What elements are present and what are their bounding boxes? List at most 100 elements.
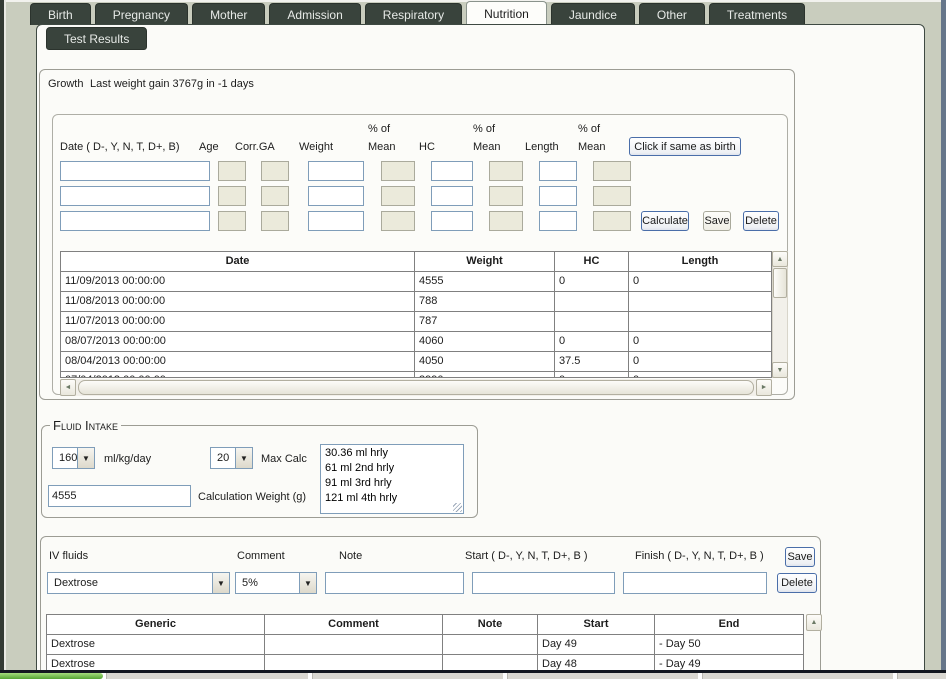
age-field-row3 — [218, 211, 246, 231]
iv-note-label: Note — [339, 550, 362, 562]
weight-input-row3[interactable] — [308, 211, 364, 231]
taskbar-item[interactable] — [702, 673, 893, 679]
cell-hc: 0 — [555, 372, 629, 377]
growth-save-button[interactable]: Save — [703, 211, 731, 231]
growth-table-row[interactable]: 11/09/2013 00:00:00 4555 0 0 — [61, 272, 771, 292]
tab-other[interactable]: Other — [639, 3, 705, 25]
tab-jaundice[interactable]: Jaundice — [551, 3, 635, 25]
cell-date: 08/04/2013 00:00:00 — [61, 352, 415, 371]
iv-table-row[interactable]: Dextrose Day 49 - Day 50 — [47, 635, 803, 655]
iv-finish-label: Finish ( D-, Y, N, T, D+, B ) — [635, 550, 764, 562]
max-calc-select[interactable]: 20 ▼ — [210, 447, 253, 469]
fluid-intake-legend: Fluid Intake — [50, 418, 121, 433]
resize-grip-icon[interactable] — [453, 503, 462, 512]
start-button[interactable] — [0, 673, 103, 679]
iv-fluids-section: IV fluids Comment Note Start ( D-, Y, N,… — [40, 536, 821, 671]
weight-input-row2[interactable] — [308, 186, 364, 206]
date-input-row3[interactable] — [60, 211, 210, 231]
tab-nutrition[interactable]: Nutrition — [466, 1, 547, 25]
hourly-rates-output[interactable]: 30.36 ml hrly 61 ml 2nd hrly 91 ml 3rd h… — [320, 444, 464, 514]
hc-input-row2[interactable] — [431, 186, 473, 206]
hc-input-row1[interactable] — [431, 161, 473, 181]
cell-weight: 4060 — [415, 332, 555, 351]
pct-mean-weight-field-row3 — [381, 211, 415, 231]
cell-weight: 787 — [415, 312, 555, 331]
cell-hc: 37.5 — [555, 352, 629, 371]
cell-end: - Day 50 — [655, 635, 803, 654]
growth-history-table: Date Weight HC Length 11/09/2013 00:00:0… — [60, 251, 772, 378]
iv-delete-button[interactable]: Delete — [777, 573, 817, 593]
length-input-row2[interactable] — [539, 186, 577, 206]
tab-pregnancy[interactable]: Pregnancy — [95, 3, 188, 25]
iv-note-input[interactable] — [325, 572, 464, 594]
chevron-down-icon: ▼ — [212, 573, 229, 593]
iv-th-generic: Generic — [47, 615, 265, 634]
growth-table-row[interactable]: 11/08/2013 00:00:00 788 — [61, 292, 771, 312]
col-header-length: Length — [525, 141, 559, 153]
cell-weight: 4555 — [415, 272, 555, 291]
tab-respiratory[interactable]: Respiratory — [365, 3, 462, 25]
same-as-birth-button[interactable]: Click if same as birth — [629, 137, 741, 156]
scroll-up-icon[interactable]: ▲ — [772, 251, 788, 267]
length-input-row1[interactable] — [539, 161, 577, 181]
iv-generic-select[interactable]: Dextrose ▼ — [47, 572, 230, 594]
taskbar-item[interactable] — [312, 673, 503, 679]
cell-note — [443, 655, 538, 671]
taskbar-item[interactable] — [897, 673, 946, 679]
tab-treatments[interactable]: Treatments — [709, 3, 805, 25]
taskbar-item[interactable] — [106, 673, 308, 679]
scroll-down-icon[interactable]: ▼ — [772, 362, 788, 378]
growth-table-row[interactable]: 08/04/2013 00:00:00 4050 37.5 0 — [61, 352, 771, 372]
cell-length — [629, 312, 771, 331]
rate-select[interactable]: 160 ▼ — [52, 447, 95, 469]
scroll-up-icon[interactable]: ▲ — [806, 614, 822, 631]
tab-birth[interactable]: Birth — [30, 3, 91, 25]
iv-finish-input[interactable] — [623, 572, 767, 594]
date-input-row2[interactable] — [60, 186, 210, 206]
iv-table-row[interactable]: Dextrose Day 48 - Day 49 — [47, 655, 803, 671]
iv-save-button[interactable]: Save — [785, 547, 815, 567]
growth-entry-panel: Date ( D-, Y, N, T, D+, B) Age Corr.GA W… — [52, 114, 788, 395]
iv-comment-select[interactable]: 5% ▼ — [235, 572, 317, 594]
iv-start-input[interactable] — [472, 572, 615, 594]
col-header-corr-ga: Corr.GA — [235, 141, 275, 153]
iv-th-end: End — [655, 615, 803, 634]
growth-th-weight: Weight — [415, 252, 555, 271]
growth-th-length: Length — [629, 252, 771, 271]
scroll-right-icon[interactable]: ► — [756, 379, 772, 396]
window-left-highlight — [4, 0, 6, 671]
cell-comment — [265, 635, 443, 654]
growth-table-row[interactable]: 11/07/2013 00:00:00 787 — [61, 312, 771, 332]
corr-ga-field-row3 — [261, 211, 289, 231]
iv-fluids-label: IV fluids — [49, 550, 88, 562]
tab-admission[interactable]: Admission — [269, 3, 360, 25]
tab-mother[interactable]: Mother — [192, 3, 265, 25]
cell-hc: 0 — [555, 332, 629, 351]
cell-date: 11/07/2013 00:00:00 — [61, 312, 415, 331]
scroll-left-icon[interactable]: ◄ — [60, 379, 76, 396]
cell-length: 0 — [629, 352, 771, 371]
cell-weight: 4050 — [415, 352, 555, 371]
corr-ga-field-row1 — [261, 161, 289, 181]
hc-input-row3[interactable] — [431, 211, 473, 231]
growth-table-hscroll-thumb[interactable] — [78, 380, 754, 395]
growth-table-row-clipped[interactable]: 07/04/2013 00:00:00 3990 0 0 — [61, 372, 771, 377]
tab-test-results[interactable]: Test Results — [46, 27, 147, 50]
app-window: Birth Pregnancy Mother Admission Respira… — [0, 0, 946, 679]
weight-input-row1[interactable] — [308, 161, 364, 181]
growth-delete-button[interactable]: Delete — [743, 211, 779, 231]
age-field-row1 — [218, 161, 246, 181]
pct-mean-hc-field-row1 — [489, 161, 523, 181]
corr-ga-field-row2 — [261, 186, 289, 206]
date-input-row1[interactable] — [60, 161, 210, 181]
chevron-down-icon: ▼ — [77, 448, 94, 468]
calculation-weight-input[interactable] — [48, 485, 191, 507]
col-header-pctmean1-line2: Mean — [368, 141, 396, 153]
col-header-date: Date ( D-, Y, N, T, D+, B) — [60, 141, 180, 153]
taskbar-item[interactable] — [507, 673, 698, 679]
growth-table-vscroll-thumb[interactable] — [773, 268, 787, 298]
col-header-pctmean2-line1: % of — [473, 123, 495, 135]
growth-table-row[interactable]: 08/07/2013 00:00:00 4060 0 0 — [61, 332, 771, 352]
calculate-button[interactable]: Calculate — [641, 211, 689, 231]
length-input-row3[interactable] — [539, 211, 577, 231]
